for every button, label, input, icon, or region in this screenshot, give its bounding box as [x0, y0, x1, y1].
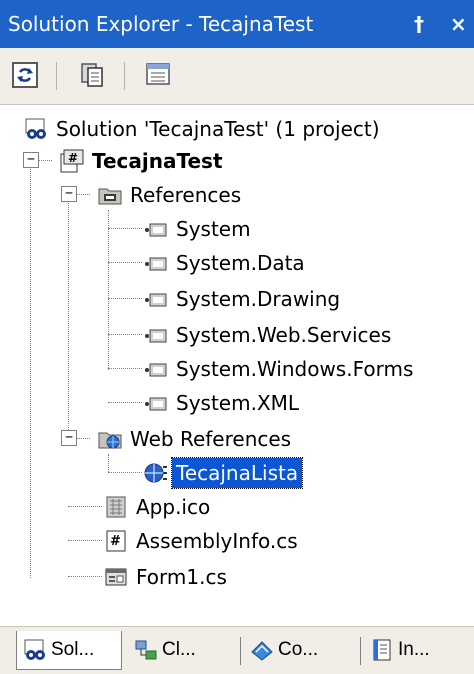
class-view-icon — [135, 640, 157, 660]
tree-item-label: TecajnaLista — [170, 457, 304, 489]
collapse-toggle[interactable]: − — [61, 430, 77, 446]
references-folder-icon — [98, 188, 122, 205]
refresh-icon — [12, 62, 38, 88]
assembly-reference-icon — [145, 257, 167, 271]
svg-text:#: # — [68, 151, 78, 165]
file-item[interactable]: # AssemblyInfo.cs — [104, 524, 302, 558]
tree-item-label: System.Drawing — [176, 287, 341, 311]
solution-explorer-window: Solution Explorer - TecajnaTest † × Solu… — [0, 0, 474, 674]
tab-separator — [360, 637, 361, 665]
tree-connector — [68, 506, 102, 507]
tab-label: In... — [398, 639, 430, 660]
index-icon — [373, 639, 391, 661]
reference-item[interactable]: System.Web.Services — [144, 318, 395, 352]
tab-label: Sol... — [51, 639, 95, 660]
icon-file-icon — [106, 496, 126, 518]
reference-item[interactable]: System.Drawing — [144, 282, 344, 316]
tree-connector — [30, 162, 31, 578]
tree-connector — [68, 200, 69, 438]
solution-icon — [25, 118, 46, 139]
tree-item-web-references[interactable]: Web References — [98, 422, 295, 456]
file-item[interactable]: Form1.cs — [104, 560, 231, 594]
assembly-reference-icon — [145, 329, 167, 343]
reference-item[interactable]: System.Windows.Forms — [144, 352, 417, 386]
tree-item-label: System — [176, 217, 251, 241]
tree-item-project[interactable]: # TecajnaTest — [60, 144, 227, 178]
properties-icon — [146, 63, 170, 85]
tree-item-label: System.Data — [176, 251, 305, 275]
tree-item-label: TecajnaTest — [92, 149, 223, 173]
tree-connector — [68, 540, 102, 541]
tab-label: Co... — [278, 639, 319, 660]
collapse-toggle[interactable]: − — [61, 186, 77, 202]
form-file-icon — [105, 568, 127, 586]
csharp-project-icon: # — [60, 149, 84, 173]
tree-item-label: System.Web.Services — [176, 323, 392, 347]
web-service-icon — [144, 463, 167, 483]
tab-class-view[interactable]: Cl... — [128, 631, 232, 669]
title-bar[interactable]: Solution Explorer - TecajnaTest † × — [0, 0, 474, 48]
reference-item[interactable]: System — [144, 212, 255, 246]
tree-connector — [108, 262, 142, 263]
tree-connector — [108, 402, 142, 403]
tree-item-label: References — [130, 183, 242, 207]
tree-item-label: AssemblyInfo.cs — [136, 529, 298, 553]
tree-item-label: Solution 'TecajnaTest' (1 project) — [56, 117, 380, 141]
tree-item-solution[interactable]: Solution 'TecajnaTest' (1 project) — [24, 112, 384, 146]
tab-index[interactable]: In... — [364, 631, 468, 669]
toolbar-separator — [124, 62, 125, 90]
web-references-folder-icon — [98, 432, 122, 449]
close-icon[interactable]: × — [450, 10, 467, 38]
web-reference-item[interactable]: TecajnaLista — [144, 456, 304, 490]
tree-item-references[interactable]: References — [98, 178, 245, 212]
tab-contents[interactable]: Co... — [244, 631, 354, 669]
contents-icon — [251, 641, 273, 661]
svg-text:#: # — [110, 534, 121, 549]
tree-connector — [108, 298, 142, 299]
assembly-reference-icon — [145, 397, 167, 411]
tree-item-label: Web References — [130, 427, 292, 451]
tree-connector — [108, 210, 109, 370]
tab-separator — [240, 637, 241, 665]
tab-solution-explorer[interactable]: Sol... — [16, 631, 122, 670]
tree-connector — [68, 576, 102, 577]
reference-item[interactable]: System.Data — [144, 246, 309, 280]
show-all-files-button[interactable] — [78, 60, 108, 90]
tree-item-label: App.ico — [136, 495, 211, 519]
show-all-files-icon — [81, 63, 103, 87]
solution-explorer-icon — [24, 639, 45, 660]
assembly-reference-icon — [145, 293, 167, 307]
file-item[interactable]: App.ico — [104, 490, 214, 524]
solution-tree: Solution 'TecajnaTest' (1 project) − # T… — [0, 104, 474, 624]
collapse-toggle[interactable]: − — [23, 152, 39, 168]
refresh-button[interactable] — [10, 60, 40, 90]
tree-connector — [108, 472, 142, 473]
properties-button[interactable] — [144, 60, 174, 90]
window-title: Solution Explorer - TecajnaTest — [8, 12, 314, 36]
tool-window-tabs: Sol... Cl... Co... In... — [0, 626, 474, 674]
toolbar — [0, 48, 474, 105]
reference-item[interactable]: System.XML — [144, 386, 303, 420]
assembly-reference-icon — [145, 363, 167, 377]
tab-label: Cl... — [162, 639, 196, 660]
csharp-file-icon: # — [106, 530, 126, 552]
pin-icon[interactable]: † — [414, 10, 424, 38]
tree-connector — [108, 454, 109, 472]
assembly-reference-icon — [145, 223, 167, 237]
tree-item-label: System.Windows.Forms — [176, 357, 414, 381]
tree-item-label: System.XML — [176, 391, 300, 415]
toolbar-separator — [56, 62, 57, 90]
tree-item-label: Form1.cs — [136, 565, 227, 589]
tree-connector — [108, 228, 142, 229]
tree-connector — [108, 368, 142, 369]
tree-connector — [108, 334, 142, 335]
